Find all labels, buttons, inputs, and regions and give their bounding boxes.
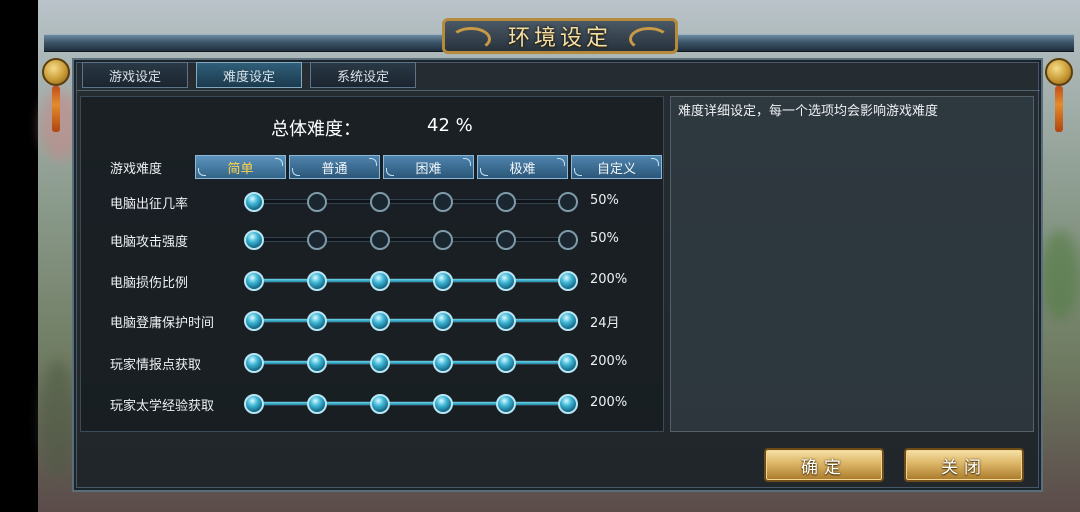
tab-bar: 游戏设定 难度设定 系统设定: [82, 62, 416, 88]
slider-label: 玩家太学经验获取: [110, 399, 215, 414]
slider-label: 电脑登庸保护时间: [110, 316, 215, 331]
title-curl-icon: [629, 27, 669, 51]
slider-step-knob[interactable]: [496, 192, 516, 212]
game-difficulty-label: 游戏难度: [110, 162, 163, 177]
slider-fill: [255, 402, 567, 405]
slider-track[interactable]: [254, 318, 568, 323]
slider-label: 电脑损伤比例: [110, 276, 189, 291]
slider-step-knob[interactable]: [433, 311, 453, 331]
slider-step-knob[interactable]: [433, 353, 453, 373]
slider-step-knob[interactable]: [496, 230, 516, 250]
slider-step-knob[interactable]: [558, 311, 578, 331]
slider-step-knob[interactable]: [244, 311, 264, 331]
slider-step-knob[interactable]: [307, 311, 327, 331]
slider-step-knob[interactable]: [244, 230, 264, 250]
left-ornament-icon: [42, 58, 70, 86]
close-button[interactable]: 关闭: [904, 448, 1024, 482]
window-title-plaque: 环境设定: [442, 18, 678, 54]
slider-value: 24月: [590, 316, 620, 331]
slider-label: 电脑攻击强度: [110, 235, 189, 250]
difficulty-hard-button[interactable]: 困难: [383, 155, 474, 179]
slider-value: 50%: [590, 193, 619, 208]
description-box: 难度详细设定，每一个选项均会影响游戏难度: [670, 96, 1034, 432]
tab-system-settings[interactable]: 系统设定: [310, 62, 416, 88]
slider-step-knob[interactable]: [433, 394, 453, 414]
slider-step-knob[interactable]: [433, 271, 453, 291]
difficulty-settings-area: [80, 96, 664, 432]
slider-value: 200%: [590, 272, 628, 287]
slider-step-knob[interactable]: [433, 230, 453, 250]
window-title: 环境设定: [507, 26, 612, 51]
slider-step-knob[interactable]: [244, 353, 264, 373]
slider-step-knob[interactable]: [558, 394, 578, 414]
right-ornament-icon: [1045, 58, 1073, 86]
slider-value: 200%: [590, 395, 628, 410]
difficulty-extreme-button[interactable]: 极难: [477, 155, 568, 179]
slider-step-knob[interactable]: [307, 230, 327, 250]
description-text: 难度详细设定，每一个选项均会影响游戏难度: [678, 104, 939, 119]
slider-step-knob[interactable]: [307, 271, 327, 291]
slider-step-knob[interactable]: [370, 192, 390, 212]
slider-step-knob[interactable]: [244, 271, 264, 291]
slider-track[interactable]: [254, 199, 568, 204]
tab-difficulty-settings[interactable]: 难度设定: [196, 62, 302, 88]
slider-step-knob[interactable]: [307, 394, 327, 414]
slider-step-knob[interactable]: [244, 192, 264, 212]
screen-left-border: [0, 0, 38, 512]
slider-step-knob[interactable]: [558, 353, 578, 373]
slider-step-knob[interactable]: [370, 394, 390, 414]
slider-step-knob[interactable]: [558, 192, 578, 212]
background-foliage: [40, 360, 76, 480]
slider-step-knob[interactable]: [307, 192, 327, 212]
slider-step-knob[interactable]: [496, 394, 516, 414]
slider-step-knob[interactable]: [558, 230, 578, 250]
slider-step-knob[interactable]: [496, 271, 516, 291]
slider-track[interactable]: [254, 401, 568, 406]
difficulty-normal-button[interactable]: 普通: [289, 155, 380, 179]
slider-track[interactable]: [254, 237, 568, 242]
slider-track[interactable]: [254, 278, 568, 283]
slider-fill: [255, 319, 567, 322]
slider-step-knob[interactable]: [370, 230, 390, 250]
slider-step-knob[interactable]: [370, 311, 390, 331]
title-curl-icon: [451, 27, 491, 51]
slider-step-knob[interactable]: [307, 353, 327, 373]
slider-step-knob[interactable]: [370, 353, 390, 373]
slider-track[interactable]: [254, 360, 568, 365]
slider-step-knob[interactable]: [370, 271, 390, 291]
slider-step-knob[interactable]: [558, 271, 578, 291]
slider-fill: [255, 361, 567, 364]
overall-difficulty-value: 42 %: [427, 115, 473, 136]
background-tree: [1040, 230, 1080, 320]
slider-step-knob[interactable]: [244, 394, 264, 414]
tab-game-settings[interactable]: 游戏设定: [82, 62, 188, 88]
slider-step-knob[interactable]: [496, 353, 516, 373]
slider-step-knob[interactable]: [496, 311, 516, 331]
slider-step-knob[interactable]: [433, 192, 453, 212]
right-tassel-icon: [1055, 86, 1063, 132]
difficulty-easy-button[interactable]: 简单: [195, 155, 286, 179]
overall-difficulty-label: 总体难度：: [271, 119, 361, 140]
slider-value: 50%: [590, 231, 619, 246]
slider-label: 电脑出征几率: [110, 197, 189, 212]
slider-label: 玩家情报点获取: [110, 358, 202, 373]
difficulty-options: 简单 普通 困难 极难 自定义: [195, 155, 662, 179]
slider-value: 200%: [590, 354, 628, 369]
confirm-button[interactable]: 确定: [764, 448, 884, 482]
difficulty-custom-button[interactable]: 自定义: [571, 155, 662, 179]
slider-fill: [255, 279, 567, 282]
tab-divider: [76, 90, 1040, 91]
left-tassel-icon: [52, 86, 60, 132]
